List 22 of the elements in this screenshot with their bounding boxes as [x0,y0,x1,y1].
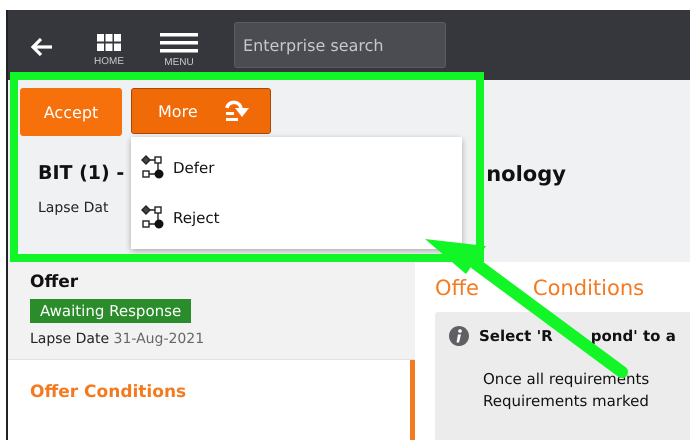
notice-text: Requirements marked [482,392,650,410]
back-arrow-icon[interactable] [30,37,54,57]
status-badge: Awaiting Response [30,299,192,323]
section-heading: Offe [435,276,479,300]
nav-button[interactable]: HOME [94,34,124,66]
grid-icon [97,34,121,52]
case-title: BIT (1) - [38,162,124,186]
notice-text: Once all requirements [482,370,650,388]
menu-icon [160,32,198,52]
notice-title: Select 'R [479,327,553,345]
menu-item[interactable]: Defer [131,143,462,193]
menu-item[interactable]: Reject [131,193,462,243]
lapse-date: Lapse Date 31-Aug-2021 [30,331,206,347]
section-heading: Conditions [532,276,644,300]
notice-title: pond' to a [590,327,676,345]
nav-button[interactable]: MENU [160,32,198,68]
offer-title: Offer [30,272,80,292]
search-field[interactable]: Enterprise search [234,22,446,68]
lapse-label: Lapse Dat [37,200,110,216]
curved-arrow-icon [224,99,252,123]
case-title: nology [486,162,566,186]
info-icon [449,326,469,346]
